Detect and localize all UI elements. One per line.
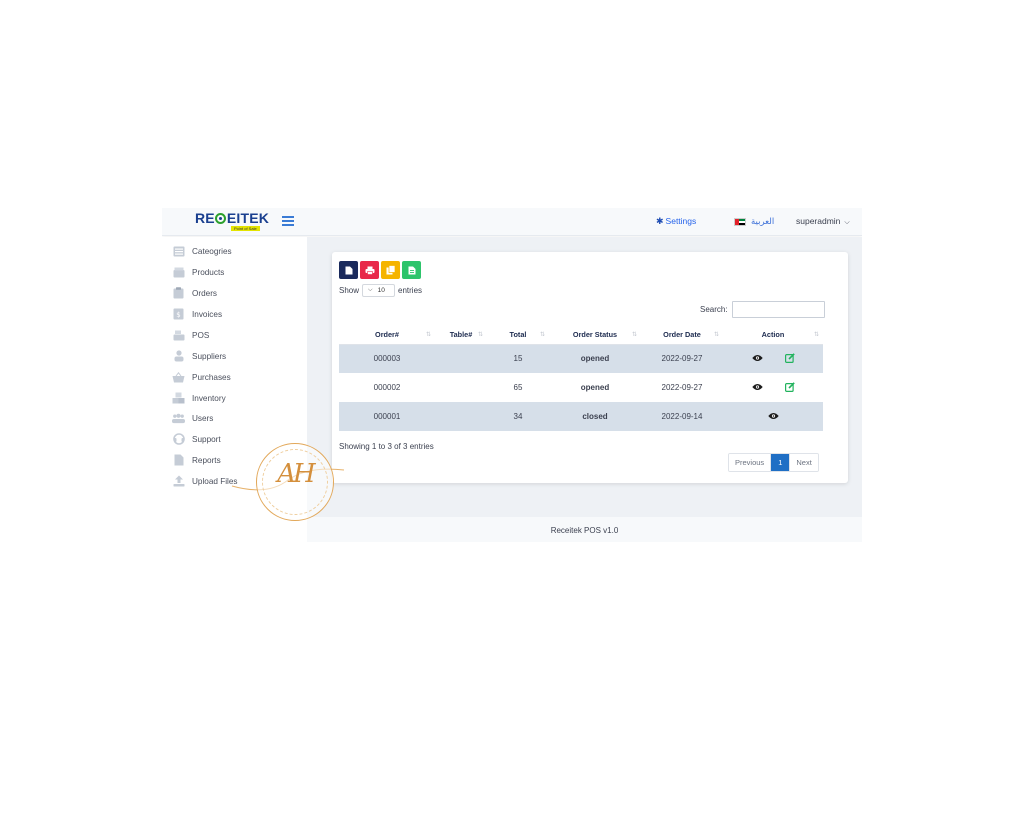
sidebar-item-inventory[interactable]: Inventory <box>172 390 226 406</box>
page-length-select[interactable]: ⌵ 10 <box>362 284 396 297</box>
column-header-table[interactable]: Table# ⇅ <box>435 325 487 345</box>
box-icon <box>172 266 185 278</box>
search-input[interactable] <box>731 301 825 318</box>
top-navbar: RE EITEK Point of Sale ✱ Settings العربية … <box>162 208 862 236</box>
total-cell: 15 <box>487 344 549 373</box>
sort-icon: ⇅ <box>631 332 637 338</box>
page-length-control: Show ⌵ 10 entries <box>339 284 423 297</box>
sort-icon: ⇅ <box>813 332 819 338</box>
next-page-button[interactable]: Next <box>789 454 818 471</box>
total-cell: 65 <box>513 383 523 392</box>
file-icon <box>345 266 353 275</box>
sidebar-item-invoices[interactable]: $ Invoices <box>172 306 222 322</box>
column-header-action[interactable]: Action ⇅ <box>723 325 823 345</box>
basket-icon <box>172 371 185 383</box>
action-cell <box>723 373 823 402</box>
supplier-icon <box>172 350 185 362</box>
total-cell: 34 <box>487 402 549 431</box>
table-row: 000002 65 opened 2022-09-27 <box>339 373 823 402</box>
edit-icon[interactable] <box>784 382 795 392</box>
watermark-monogram: AH <box>277 459 315 489</box>
column-header-date[interactable]: Order Date ⇅ <box>641 325 723 345</box>
sort-icon: ⇅ <box>425 332 431 338</box>
table-row: 000003 15 opened 2022-09-27 <box>339 344 823 373</box>
date-cell: 2022-09-27 <box>641 344 723 373</box>
uae-flag-icon <box>734 217 746 226</box>
column-header-total[interactable]: Total ⇅ <box>487 325 549 345</box>
sidebar-item-reports[interactable]: Reports <box>172 452 221 468</box>
orders-card: Show ⌵ 10 entries Search: Order# ⇅ Table# ⇅… <box>332 252 848 483</box>
table-header-row: Order# ⇅ Table# ⇅ Total ⇅ Order Status ⇅ Ord… <box>339 325 823 345</box>
cash-register-icon <box>172 329 185 341</box>
sort-icon: ⇅ <box>713 332 719 338</box>
headset-icon <box>172 433 185 445</box>
clipboard-icon <box>172 287 185 299</box>
upload-icon <box>172 475 185 487</box>
sort-icon: ⇅ <box>477 332 483 338</box>
excel-icon <box>408 266 416 275</box>
sidebar-item-pos[interactable]: POS <box>172 327 209 343</box>
table-info: Showing 1 to 3 of 3 entries <box>339 442 434 451</box>
column-header-status[interactable]: Order Status ⇅ <box>549 325 641 345</box>
sidebar-item-categories[interactable]: Cateogries <box>172 243 232 259</box>
print-icon <box>365 266 375 275</box>
sidebar-item-products[interactable]: Products <box>172 264 224 280</box>
sidebar-item-support[interactable]: Support <box>172 431 221 447</box>
copy-export-button[interactable] <box>381 261 400 279</box>
copy-icon <box>386 265 396 275</box>
order-number-cell: 000003 <box>339 344 435 373</box>
csv-export-button[interactable] <box>339 261 358 279</box>
view-eye-icon[interactable] <box>767 412 779 420</box>
settings-link[interactable]: ✱ Settings <box>656 216 696 227</box>
pagination: Previous 1 Next <box>728 453 819 472</box>
excel-export-button[interactable] <box>402 261 421 279</box>
brand-logo[interactable]: RE EITEK Point of Sale <box>195 211 269 233</box>
menu-toggle-icon[interactable] <box>282 216 294 226</box>
logo-tagline: Point of Sale <box>231 226 260 231</box>
user-menu[interactable]: superadmin ⌵ <box>796 216 850 227</box>
search-control: Search: <box>700 301 825 318</box>
print-export-button[interactable] <box>360 261 379 279</box>
logo-wordmark: RE EITEK <box>195 210 270 226</box>
edit-icon[interactable] <box>784 353 795 364</box>
action-cell <box>723 402 823 431</box>
main-content: Show ⌵ 10 entries Search: Order# ⇅ Table# ⇅… <box>307 237 862 517</box>
language-switch[interactable]: العربية <box>734 216 774 227</box>
footer: Receitek POS v1.0 <box>307 517 862 542</box>
gear-icon: ✱ <box>656 216 664 226</box>
file-icon <box>172 454 185 466</box>
status-cell: closed <box>549 402 641 431</box>
invoice-icon: $ <box>172 308 185 320</box>
sort-icon: ⇅ <box>539 332 545 338</box>
status-cell: opened <box>580 383 610 392</box>
view-eye-icon[interactable] <box>751 383 763 391</box>
users-icon <box>172 412 185 424</box>
svg-text:$: $ <box>176 311 180 319</box>
column-header-order[interactable]: Order# ⇅ <box>339 325 435 345</box>
previous-page-button[interactable]: Previous <box>729 454 772 471</box>
logo-ring-icon <box>215 213 227 224</box>
export-toolbar <box>339 261 421 279</box>
page-button-current[interactable]: 1 <box>771 454 790 471</box>
sidebar-item-suppliers[interactable]: Suppliers <box>172 348 226 364</box>
table-number-cell <box>435 402 487 431</box>
table-number-cell <box>435 344 487 373</box>
table-number-cell <box>435 373 487 402</box>
sidebar-item-orders[interactable]: Orders <box>172 285 217 301</box>
action-cell <box>723 344 823 373</box>
order-number-cell: 000001 <box>339 402 435 431</box>
status-cell: opened <box>549 344 641 373</box>
list-icon <box>172 245 185 257</box>
boxes-icon <box>172 392 185 404</box>
sidebar-item-purchases[interactable]: Purchases <box>172 369 231 385</box>
order-number-cell: 000002 <box>373 383 401 392</box>
date-cell: 2022-09-14 <box>641 402 723 431</box>
sidebar-item-users[interactable]: Users <box>172 410 213 426</box>
view-eye-icon[interactable] <box>751 354 763 362</box>
date-cell: 2022-09-27 <box>661 383 703 392</box>
chevron-down-icon: ⌵ <box>844 219 850 226</box>
orders-table: Order# ⇅ Table# ⇅ Total ⇅ Order Status ⇅ Ord… <box>339 325 823 431</box>
chevron-down-icon: ⌵ <box>368 287 373 293</box>
table-row: 000001 34 closed 2022-09-14 <box>339 402 823 431</box>
